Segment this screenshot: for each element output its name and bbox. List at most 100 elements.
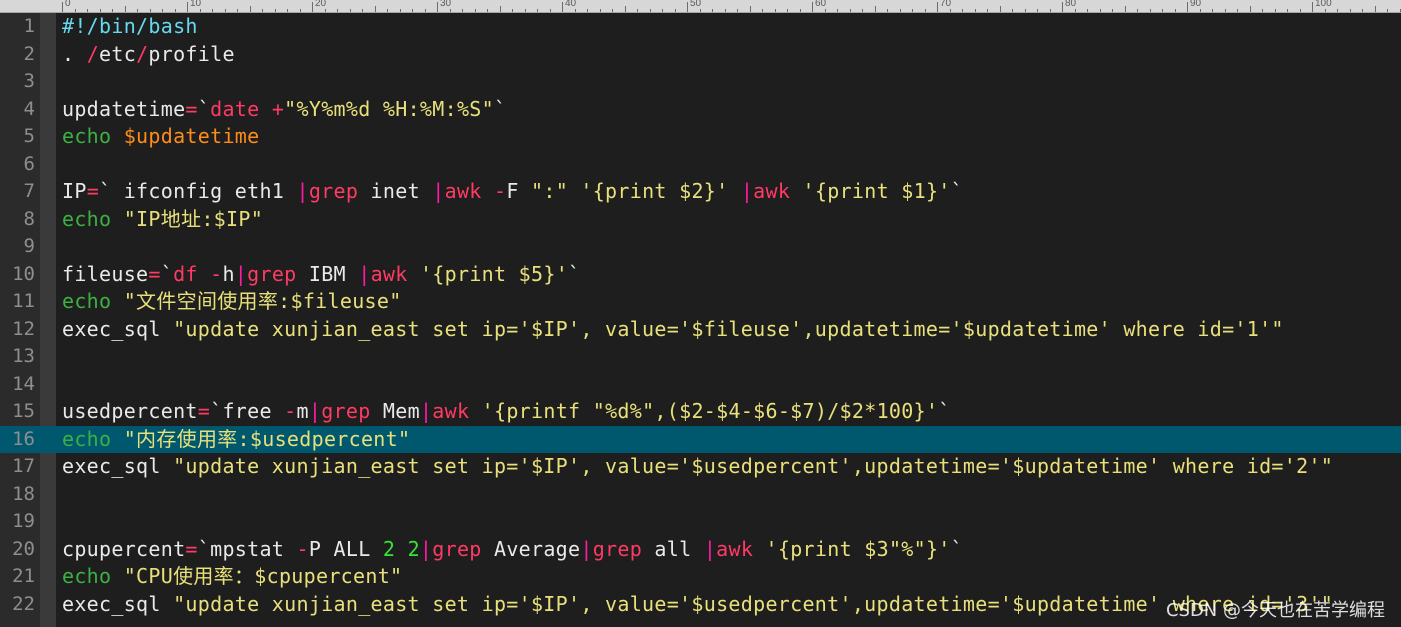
code-line[interactable]: 21 echo "CPU使用率：$cpupercent" (0, 563, 1401, 591)
line-number: 9 (23, 235, 35, 257)
ruler-tick (212, 9, 213, 12)
code-token-default-text: usedpercent (62, 399, 198, 423)
line-number: 13 (12, 345, 35, 367)
code-token-pipe: | (419, 536, 433, 561)
code-token-keyword: grep (592, 536, 643, 561)
ruler-tick (525, 9, 526, 12)
ruler-tick (125, 6, 126, 12)
ruler-tick (462, 9, 463, 12)
code-line[interactable]: 3 (0, 68, 1401, 96)
code-line[interactable]: 8 echo "IP地址:$IP" (0, 206, 1401, 234)
code-token-default-text: m (296, 399, 309, 423)
code-text: exec_sql "update xunjian_east set ip='$I… (62, 316, 1284, 344)
code-line[interactable]: 7 IP=` ifconfig eth1 |grep inet |awk -F "… (0, 178, 1401, 206)
code-line[interactable]: 20 cpupercent=`mpstat -P ALL 2 2|grep Ave… (0, 536, 1401, 564)
code-token-pipe: | (419, 399, 433, 423)
code-line[interactable]: 4 updatetime=`date +"%Y%m%d %H:%M:%S"` (0, 96, 1401, 124)
ruler-tick (975, 9, 976, 12)
code-token-keyword: awk (444, 179, 494, 203)
ruler-tick (912, 9, 913, 12)
line-number: 18 (12, 482, 35, 505)
code-token-keyword: - (296, 536, 309, 561)
code-token-keyword: awk (370, 261, 420, 286)
code-line[interactable]: 12 exec_sql "update xunjian_east set ip='… (0, 316, 1401, 344)
code-token-pipe: | (234, 261, 248, 286)
ruler-tick (1262, 9, 1263, 12)
code-token-default-text: cpupercent (62, 536, 186, 561)
current-line[interactable]: 16 echo "内存使用率:$usedpercent" (0, 425, 1401, 454)
code-line[interactable]: 17 exec_sql "update xunjian_east set ip='… (0, 453, 1401, 481)
ruler-tick (637, 9, 638, 12)
ruler-tick (1125, 6, 1126, 12)
ruler-tick (275, 9, 276, 12)
ruler-tick (925, 9, 926, 12)
code-line[interactable]: 13 (0, 343, 1401, 371)
ruler-label: 20 (315, 0, 327, 9)
ruler-tick (1275, 9, 1276, 12)
code-text: echo "CPU使用率：$cpupercent" (62, 563, 402, 591)
code-token-string: '{printf "%d%",($2-$4-$6-$7)/$2*100}' (481, 399, 939, 423)
code-token-number: 2 2 (382, 536, 420, 561)
line-number: 11 (12, 290, 35, 312)
code-line[interactable]: 6 (0, 151, 1401, 179)
ruler-tick (412, 9, 413, 12)
code-editor[interactable]: 1 #!/bin/bash 2. /etc/profile 3 4 updatetime=… (0, 13, 1401, 627)
code-line[interactable]: 2. /etc/profile (0, 41, 1401, 69)
ruler-tick (250, 6, 251, 12)
code-line[interactable]: 10 fileuse=`df -h|grep IBM |awk '{print $… (0, 261, 1401, 289)
ruler-tick (587, 9, 588, 12)
code-line[interactable]: 11 echo "文件空间使用率:$fileuse" (0, 288, 1401, 316)
ruler-label: 90 (1190, 0, 1202, 9)
ruler-tick (1237, 9, 1238, 12)
line-number: 7 (23, 180, 35, 202)
ruler-tick (350, 9, 351, 12)
code-token-default-text: exec_sql (62, 591, 174, 616)
code-token-builtin: echo (62, 426, 124, 451)
line-number: 8 (23, 207, 35, 230)
ruler-tick (187, 2, 188, 12)
ruler-tick (1175, 9, 1176, 12)
code-line[interactable]: 9 (0, 233, 1401, 261)
code-token-pipe: | (580, 536, 593, 561)
code-token-pipe: | (358, 261, 371, 286)
ruler-tick (475, 9, 476, 12)
ruler-tick (1337, 9, 1338, 12)
ruler-tick (150, 9, 151, 12)
code-text: IP=` ifconfig eth1 |grep inet |awk -F ":… (62, 178, 963, 206)
ruler-tick (1100, 9, 1101, 12)
code-token-default-text: `mpstat (197, 536, 297, 561)
code-text: echo "文件空间使用率:$fileuse" (62, 288, 402, 316)
line-number: 4 (23, 97, 35, 120)
code-token-keyword: grep (321, 399, 371, 423)
ruler-tick (850, 9, 851, 12)
ruler-tick (1387, 9, 1388, 12)
ruler-tick (550, 9, 551, 12)
code-line[interactable]: 18 (0, 481, 1401, 509)
line-number: 21 (12, 565, 35, 587)
code-line[interactable]: 5 echo $updatetime (0, 123, 1401, 151)
ruler-tick (1225, 9, 1226, 12)
code-token-default-text: IBM (296, 261, 359, 286)
code-token-pipe: | (308, 399, 322, 423)
code-line[interactable]: 15 usedpercent=`free -m|grep Mem|awk '{pr… (0, 398, 1401, 426)
code-token-default-text: ` (493, 96, 507, 121)
code-token-default-text: exec_sql (62, 316, 174, 341)
ruler-label: 0 (65, 0, 71, 9)
ruler-tick (537, 9, 538, 12)
ruler-tick (1137, 9, 1138, 12)
code-line[interactable]: 14 (0, 371, 1401, 399)
line-number: 17 (12, 455, 35, 477)
code-line[interactable]: 19 (0, 508, 1401, 536)
code-line[interactable]: 1 #!/bin/bash (0, 13, 1401, 41)
code-token-default-text: ` (568, 261, 581, 286)
code-token-string: '{print $5}' (419, 261, 569, 286)
code-token-keyword: awk (753, 179, 803, 203)
line-number: 5 (23, 125, 35, 147)
ruler-tick (162, 9, 163, 12)
ruler-tick (1362, 9, 1363, 12)
code-text: echo "内存使用率:$usedpercent" (62, 426, 410, 454)
ruler-tick (287, 9, 288, 12)
code-token-string: '{print $3"%"}' (765, 536, 951, 561)
code-token-default-text: inet (358, 179, 433, 203)
ruler-tick (1250, 6, 1251, 12)
